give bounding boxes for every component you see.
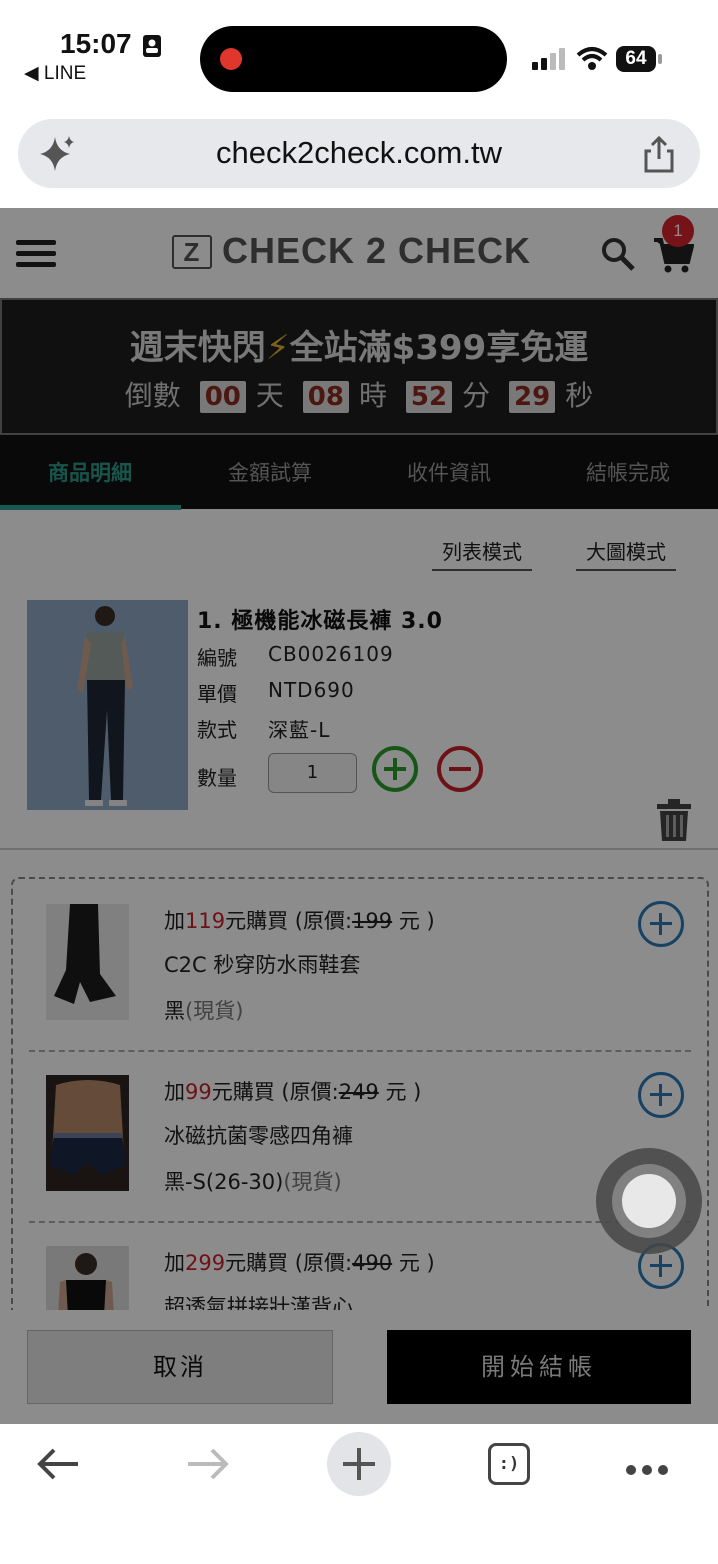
- new-tab-button[interactable]: [327, 1432, 391, 1496]
- promo-title: 週末快閃⚡全站滿$399享免運: [2, 320, 716, 369]
- battery-level: 64: [616, 46, 656, 72]
- qty-label: 數量: [197, 766, 237, 790]
- quantity-input[interactable]: 1: [268, 753, 357, 793]
- list-view-button[interactable]: 列表模式: [432, 536, 532, 571]
- browser-toolbar: :): [0, 1424, 718, 1564]
- more-menu-icon[interactable]: [626, 1460, 674, 1479]
- clock: 15:07: [60, 28, 132, 59]
- step-product-details[interactable]: 商品明細: [0, 457, 180, 487]
- brand-mark-icon: Z: [172, 235, 212, 269]
- signal-icon: [532, 48, 565, 70]
- brand-logo[interactable]: Z CHECK 2 CHECK: [172, 230, 531, 272]
- lightning-icon: ⚡: [265, 328, 290, 368]
- step-progress-bar: [0, 505, 181, 510]
- countdown-label: 倒數: [124, 379, 181, 412]
- addon-image[interactable]: [46, 904, 129, 1020]
- add-addon-button[interactable]: [638, 901, 684, 947]
- addon-original-price: 249: [338, 1080, 379, 1104]
- web-page: Z CHECK 2 CHECK 1 週末快閃⚡全站滿$399享免運 倒數 00 天 …: [0, 208, 718, 1424]
- divider: [0, 848, 718, 850]
- back-arrow-icon[interactable]: [36, 1446, 80, 1482]
- addon-offer-line: 加299元購買 (原價:490 元 ): [164, 1251, 435, 1275]
- product-image[interactable]: [27, 600, 188, 810]
- addon-item: 加119元購買 (原價:199 元 ) C2C 秒穿防水雨鞋套 黑(現貨): [13, 879, 707, 1051]
- wifi-icon: [576, 47, 608, 70]
- brand-name: CHECK 2 CHECK: [222, 230, 532, 271]
- addon-name[interactable]: C2C 秒穿防水雨鞋套: [164, 949, 360, 979]
- address-bar[interactable]: check2check.com.tw: [18, 119, 700, 188]
- days-label: 天: [255, 379, 284, 412]
- countdown-seconds: 29: [509, 381, 556, 413]
- price-label: 單價: [197, 682, 237, 706]
- countdown-timer: 倒數 00 天 08 時 52 分 29 秒: [2, 374, 716, 414]
- addon-variant: 黑-S(26-30)(現貨): [164, 1170, 342, 1194]
- addon-offer-line: 加119元購買 (原價:199 元 ): [164, 909, 435, 933]
- forward-arrow-icon[interactable]: [186, 1446, 230, 1482]
- addon-image[interactable]: [46, 1075, 129, 1191]
- site-header: Z CHECK 2 CHECK 1: [0, 208, 718, 298]
- decrease-qty-button[interactable]: [437, 746, 483, 792]
- countdown-minutes: 52: [405, 381, 453, 413]
- step-amount-calc[interactable]: 金額試算: [180, 457, 360, 487]
- promo-banner[interactable]: 週末快閃⚡全站滿$399享免運 倒數 00 天 08 時 52 分 29 秒: [0, 298, 718, 435]
- tabs-button[interactable]: :): [488, 1443, 530, 1485]
- code-label: 編號: [197, 646, 237, 670]
- url-text[interactable]: check2check.com.tw: [18, 135, 700, 171]
- increase-qty-button[interactable]: [372, 746, 418, 792]
- share-icon[interactable]: [642, 135, 676, 175]
- search-icon[interactable]: [600, 236, 636, 272]
- hamburger-menu-icon[interactable]: [16, 238, 56, 270]
- addon-offer-line: 加99元購買 (原價:249 元 ): [164, 1080, 422, 1104]
- promo-title-b: 全站滿$399享免運: [289, 328, 589, 368]
- product-title[interactable]: 1. 極機能冰磁長褲 3.0: [197, 603, 443, 635]
- cart-count-badge: 1: [662, 215, 694, 247]
- hours-label: 時: [358, 379, 387, 412]
- checkout-steps: 商品明細 金額試算 收件資訊 結帳完成: [0, 435, 718, 510]
- battery-cap: [658, 54, 662, 64]
- addon-name[interactable]: 冰磁抗菌零感四角褲: [164, 1120, 353, 1150]
- countdown-hours: 08: [302, 381, 349, 413]
- status-bar: 15:07 ◀ LINE 64: [0, 0, 718, 110]
- assistive-touch-button[interactable]: [596, 1148, 702, 1254]
- addon-variant: 黑(現貨): [164, 999, 244, 1023]
- addon-price: 99: [185, 1080, 212, 1104]
- addon-original-price: 199: [352, 909, 393, 933]
- back-to-app-link[interactable]: ◀ LINE: [24, 62, 86, 85]
- step-shipping-info[interactable]: 收件資訊: [359, 457, 539, 487]
- step-checkout-complete[interactable]: 結帳完成: [538, 457, 718, 487]
- start-checkout-button[interactable]: 開始結帳: [387, 1330, 691, 1404]
- dynamic-island: [200, 26, 507, 92]
- contact-card-icon: [143, 35, 161, 57]
- large-view-button[interactable]: 大圖模式: [576, 536, 676, 571]
- trash-icon[interactable]: [656, 798, 692, 842]
- style-label: 款式: [197, 718, 237, 742]
- countdown-days: 00: [199, 381, 246, 413]
- product-code: CB0026109: [268, 642, 394, 666]
- addon-original-price: 490: [352, 1251, 393, 1275]
- promo-title-a: 週末快閃: [129, 328, 266, 368]
- plus-icon: [343, 1448, 375, 1480]
- addon-price: 299: [185, 1251, 226, 1275]
- seconds-label: 秒: [565, 379, 594, 412]
- product-price: NTD690: [268, 678, 355, 702]
- product-photo: [27, 600, 188, 810]
- add-addon-button[interactable]: [638, 1072, 684, 1118]
- checkout-action-bar: 取消 開始結帳: [0, 1310, 718, 1424]
- addon-price: 119: [185, 909, 226, 933]
- cancel-button[interactable]: 取消: [27, 1330, 333, 1404]
- minutes-label: 分: [462, 379, 491, 412]
- product-style: 深藍-L: [268, 718, 331, 742]
- recording-indicator: [220, 48, 242, 70]
